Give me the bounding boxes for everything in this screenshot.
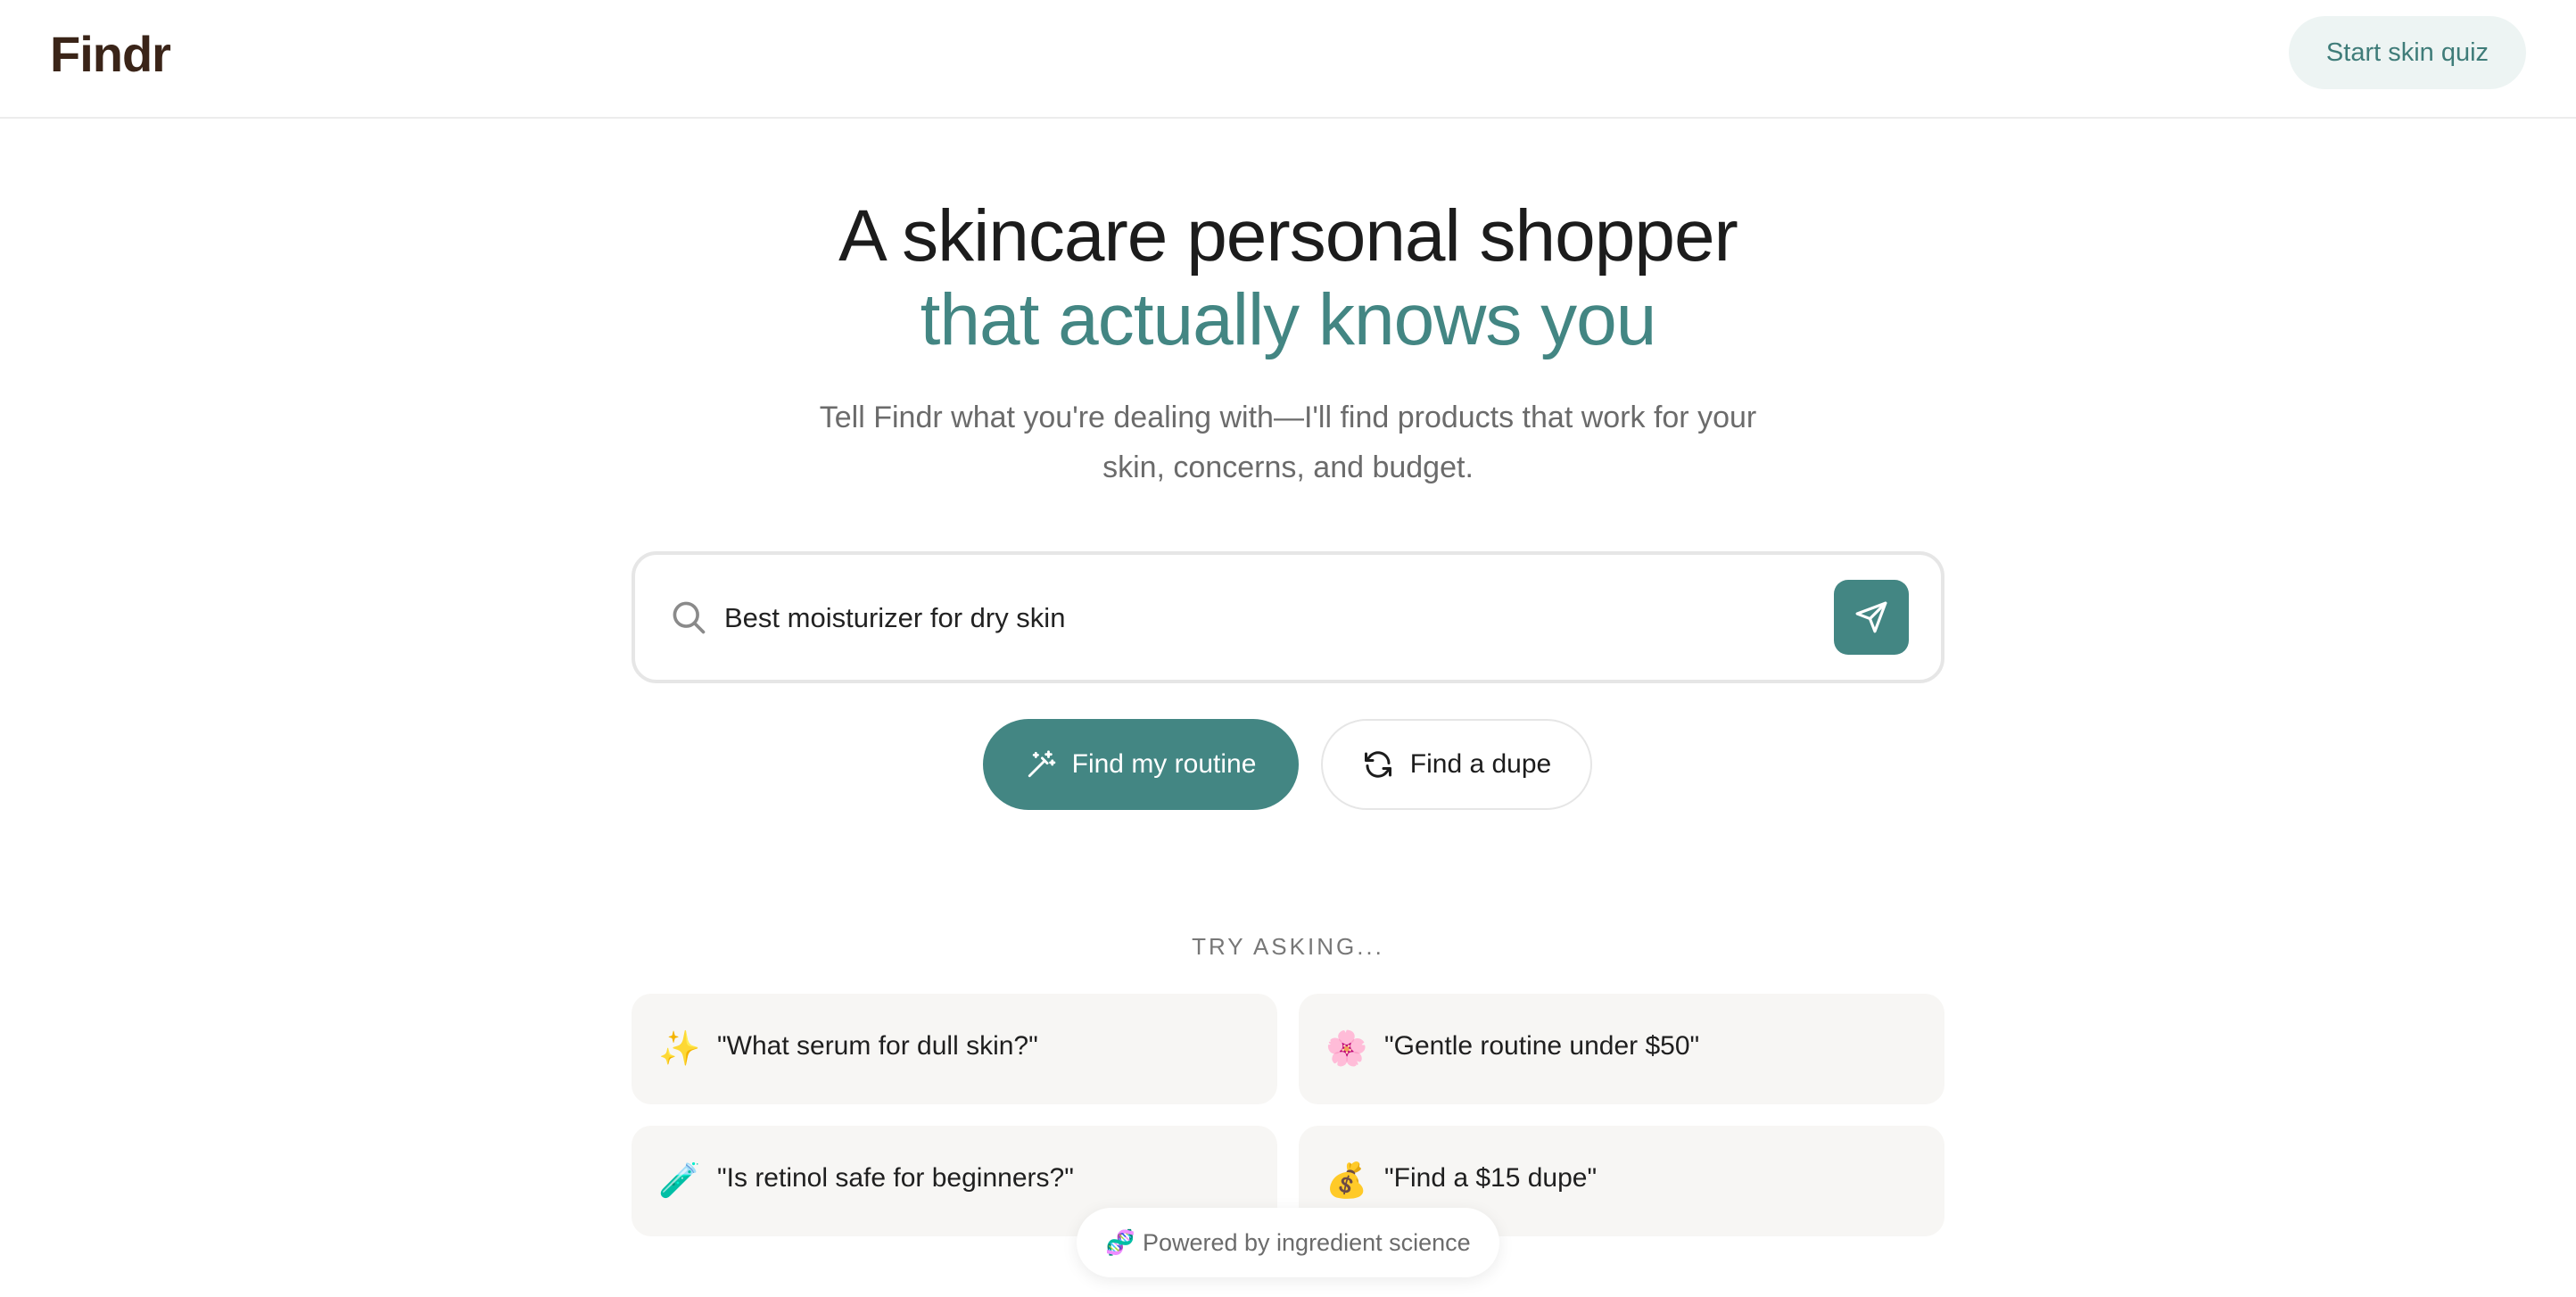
sparkles-icon: ✨ <box>658 1030 701 1068</box>
find-my-routine-label: Find my routine <box>1071 749 1257 779</box>
find-my-routine-button[interactable]: Find my routine <box>983 719 1299 810</box>
refresh-icon <box>1364 751 1391 778</box>
magic-wand-icon <box>1028 750 1055 778</box>
start-skin-quiz-button[interactable]: Start skin quiz <box>2289 16 2526 89</box>
suggestion-card[interactable]: ✨ "What serum for dull skin?" <box>632 994 1277 1104</box>
try-asking-heading: TRY ASKING... <box>1192 933 1384 960</box>
flower-icon: 🌸 <box>1325 1030 1368 1068</box>
suggestion-text: "Is retinol safe for beginners?" <box>717 1163 1074 1193</box>
suggestion-text: "Gentle routine under $50" <box>1384 1031 1700 1061</box>
suggestion-text: "What serum for dull skin?" <box>717 1031 1038 1061</box>
search-box <box>632 551 1944 683</box>
top-nav: Findr Start skin quiz <box>0 0 2576 119</box>
powered-by-text: Powered by ingredient science <box>1142 1228 1471 1256</box>
send-button[interactable] <box>1834 580 1909 655</box>
powered-by-badge: 🧬 Powered by ingredient science <box>1077 1208 1499 1277</box>
hero-title-line1: A skincare personal shopper <box>838 195 1738 277</box>
hero-title-line2: that actually knows you <box>920 279 1657 360</box>
search-icon <box>673 601 706 634</box>
suggestion-text: "Find a $15 dupe" <box>1384 1163 1598 1193</box>
money-bag-icon: 💰 <box>1325 1162 1368 1200</box>
suggestion-card[interactable]: 🌸 "Gentle routine under $50" <box>1299 994 1944 1104</box>
dna-icon: 🧬 <box>1105 1229 1135 1256</box>
send-icon <box>1855 601 1887 633</box>
find-a-dupe-button[interactable]: Find a dupe <box>1321 719 1592 810</box>
find-a-dupe-label: Find a dupe <box>1409 749 1552 779</box>
search-input[interactable] <box>724 587 1750 649</box>
test-tube-icon: 🧪 <box>658 1162 701 1200</box>
hero-subtitle: Tell Findr what you're dealing with—I'll… <box>819 401 1757 484</box>
logo[interactable]: Findr <box>50 25 171 83</box>
